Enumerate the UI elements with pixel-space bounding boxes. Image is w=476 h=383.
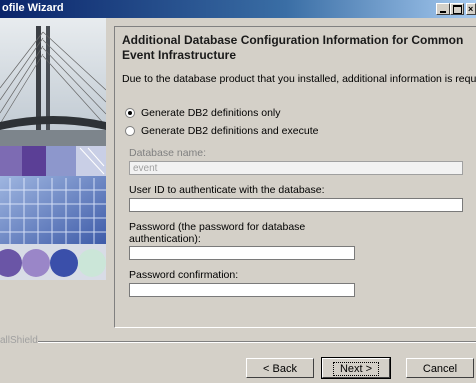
password-label: Password (the password for database auth… (129, 221, 306, 245)
radio-unselected-icon[interactable] (125, 126, 135, 136)
cancel-button[interactable]: Cancel (406, 358, 474, 378)
minimize-icon (440, 11, 446, 13)
next-button[interactable]: Next > (321, 357, 391, 379)
maximize-icon (453, 5, 462, 14)
back-button[interactable]: < Back (246, 358, 314, 378)
title-bar: ofile Wizard × (0, 0, 476, 18)
password-confirmation-input[interactable] (129, 283, 355, 297)
window-title: ofile Wizard (2, 2, 64, 14)
page-heading: Additional Database Configuration Inform… (122, 33, 464, 62)
bridge-collage-image (0, 18, 106, 280)
next-button-label: Next > (332, 362, 380, 376)
radio-generate-and-execute[interactable]: Generate DB2 definitions and execute (125, 124, 318, 138)
user-id-input[interactable] (129, 198, 463, 212)
installshield-brand: allShield (0, 335, 38, 346)
database-name-label: Database name: (129, 147, 207, 159)
radio-generate-and-execute-label: Generate DB2 definitions and execute (141, 125, 319, 137)
password-confirmation-label: Password confirmation: (129, 269, 239, 281)
wizard-content-panel: Additional Database Configuration Inform… (114, 26, 476, 328)
close-button[interactable]: × (466, 3, 476, 15)
radio-selected-icon[interactable] (125, 108, 135, 118)
user-id-label: User ID to authenticate with the databas… (129, 184, 325, 196)
database-name-input[interactable] (129, 161, 463, 175)
page-description: Due to the database product that you ins… (122, 73, 476, 85)
wizard-side-image (0, 18, 106, 280)
close-icon: × (468, 4, 474, 14)
radio-generate-only[interactable]: Generate DB2 definitions only (125, 106, 281, 120)
radio-generate-only-label: Generate DB2 definitions only (141, 107, 281, 119)
maximize-button[interactable] (450, 3, 464, 15)
password-input[interactable] (129, 246, 355, 260)
footer-divider (38, 341, 476, 343)
minimize-button[interactable] (436, 3, 450, 15)
